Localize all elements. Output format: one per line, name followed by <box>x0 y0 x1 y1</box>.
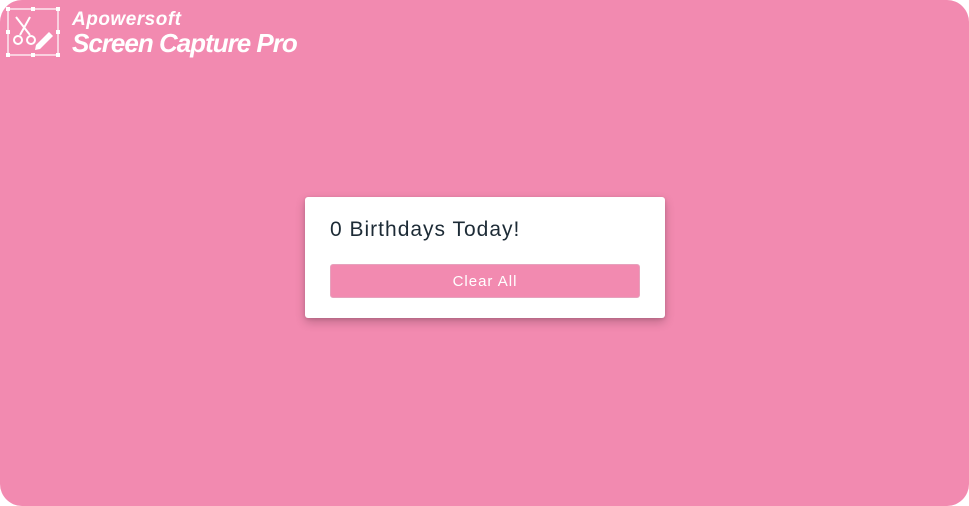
watermark-brand: Apowersoft <box>72 8 182 30</box>
watermark-product: Screen Capture Pro <box>72 27 298 58</box>
scissors-pencil-icon <box>6 7 60 57</box>
birthday-count-title: 0 Birthdays Today! <box>330 218 521 241</box>
clear-all-button[interactable]: Clear All <box>330 264 640 298</box>
screen-capture-watermark: Apowersoft Screen Capture Pro <box>6 6 298 58</box>
birthday-card: 0 Birthdays Today! Clear All <box>305 197 665 318</box>
app-window: Apowersoft Screen Capture Pro 0 Birthday… <box>0 0 969 506</box>
